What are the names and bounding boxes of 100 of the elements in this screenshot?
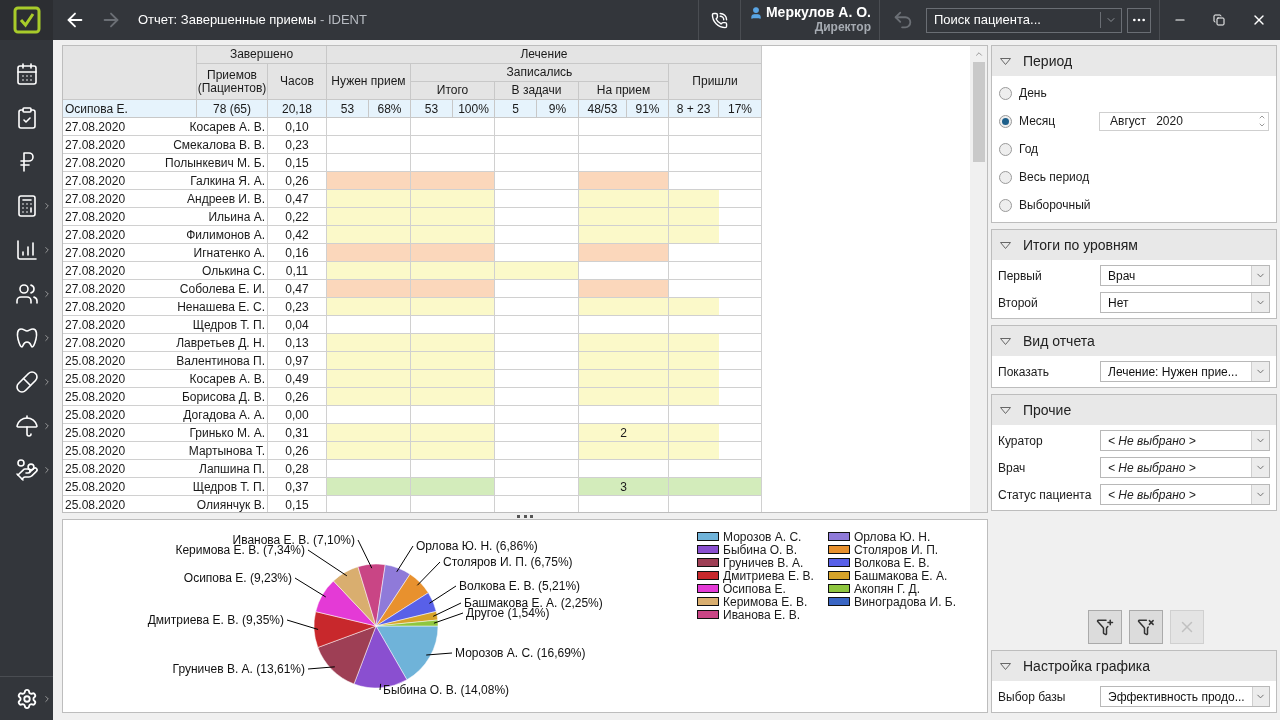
dropdown[interactable]: < Не выбрано > [1100,484,1270,505]
name-cell-text: Догадова А. А. [183,406,265,424]
column-header: Часов [268,64,327,100]
scrollbar[interactable] [970,46,987,512]
radio-label[interactable]: День [1019,84,1099,102]
name-cell-text: Игнатенко А. [193,244,265,262]
field-label: Куратор [998,432,1043,450]
triangle-icon [1000,406,1011,414]
name-cell-text: Косарев А. В. [189,370,265,388]
slice-label: Морозов А. С. (16,69%) [455,646,586,660]
radio-label[interactable]: Год [1019,140,1099,158]
section-title: Итоги по уровням [1023,235,1138,255]
triangle-icon [1000,662,1011,670]
leader-line [357,539,373,569]
hours-cell: 0,13 [268,334,327,352]
hours-cell: 0,11 [268,262,327,280]
legend-label: Орлова Ю. Н. [853,528,931,545]
hours-cell: 0,23 [268,136,327,154]
column-header: Итого [411,82,495,100]
leader-line [294,577,327,598]
slice-label: Керимова Е. В. (7,34%) [175,543,305,557]
leader-line [396,545,414,573]
dropdown[interactable]: < Не выбрано > [1100,430,1270,451]
hours-cell: 0,22 [268,208,327,226]
hours-cell: 0,47 [268,280,327,298]
radio-button[interactable] [999,142,1012,156]
column-header: На прием [579,82,669,100]
chevron-right-icon [42,421,52,431]
dropdown[interactable]: Лечение: Нужен прие... [1100,361,1270,382]
search-field[interactable]: Поиск пациента... [927,10,1100,30]
dropdown[interactable]: Врач [1100,265,1270,286]
radio-button[interactable] [999,86,1012,100]
leader-line [307,549,348,577]
patient-search[interactable]: Поиск пациента... [926,7,1122,33]
name-cell-text: Лавретьев Д. Н. [176,334,265,352]
user-name[interactable]: Меркулов А. О. [765,5,871,20]
radio-label[interactable]: Выборочный [1019,196,1099,214]
radio-label[interactable]: Месяц [1019,112,1099,130]
date-cell-text: 27.08.2020 [65,172,126,190]
umbrella-icon[interactable] [14,414,39,438]
date-cell-text: 25.08.2020 [65,478,126,496]
triangle-icon [1000,337,1011,345]
radio-button[interactable] [999,170,1012,184]
hours-cell: 0,37 [268,478,327,496]
triangle-icon [1000,241,1011,249]
date-cell-text: 27.08.2020 [65,226,126,244]
name-cell-text: Щедров Т. П. [192,316,265,334]
column-header: Лечение [327,46,762,64]
radio-label[interactable]: Весь период [1019,168,1099,186]
name-cell-text: Ненашева Е. С. [177,298,265,316]
date-cell-text: 25.08.2020 [65,460,126,478]
date-cell-text: 25.08.2020 [65,442,126,460]
hand-coins-icon[interactable] [14,458,39,482]
date-cell-text: 25.08.2020 [65,352,126,370]
bar-chart-icon[interactable] [14,238,39,262]
filter-button[interactable] [1088,610,1122,644]
scroll-thumb[interactable] [972,62,985,162]
calendar-icon[interactable] [14,62,39,86]
name-cell-text: Лапшина П. [199,460,265,478]
date-cell-text: 25.08.2020 [65,388,126,406]
dropdown[interactable]: < Не выбрано > [1100,457,1270,478]
spin-up-icon[interactable] [1258,113,1266,121]
pill-icon[interactable] [14,370,39,394]
spin-down-icon[interactable] [1258,121,1266,129]
leader-line [286,619,319,630]
chevron-right-icon [42,333,52,343]
date-cell-text: 25.08.2020 [65,406,126,424]
more-button[interactable] [1127,7,1151,33]
funnel-x-icon [1137,618,1155,636]
logo-icon [12,6,41,34]
radio-button[interactable] [999,198,1012,212]
dropdown[interactable]: Эффективность продо... [1100,686,1270,707]
tooth-icon[interactable] [14,326,39,350]
window-title: Отчет: Завершенные приемы - IDENT [138,11,367,30]
settings-icon[interactable] [15,687,38,710]
slice-label: Орлова Ю. Н. (6,86%) [416,539,538,553]
filter-button[interactable] [1129,610,1163,644]
month-spinner[interactable]: Август 2020 [1099,111,1269,131]
date-cell-text: 27.08.2020 [65,118,126,136]
section-title: Период [1023,51,1073,71]
leader-line [432,602,462,617]
field-label: Статус пациента [998,486,1092,504]
radio-button[interactable] [999,114,1012,128]
value-cell: 2 [579,424,669,442]
section-title: Настройка графика [1023,656,1151,676]
hours-cell: 0,47 [268,190,327,208]
name-cell-text: Косарев А. В. [189,118,265,136]
column-header: Приемов (Пациентов) [197,64,268,100]
chevron-right-icon [42,201,52,211]
date-cell-text: 25.08.2020 [65,370,126,388]
user-role: Директор [814,20,871,35]
hours-cell: 0,00 [268,406,327,424]
undo-icon[interactable] [892,9,914,31]
date-cell-text: 27.08.2020 [65,190,126,208]
legend-label: Морозов А. С. [723,528,802,544]
chevron-right-icon [42,465,52,475]
dropdown[interactable]: Нет [1100,292,1270,313]
users-icon[interactable] [14,282,39,306]
name-cell-text: Олькина С. [201,262,265,280]
restore-icon[interactable] [1213,14,1225,26]
